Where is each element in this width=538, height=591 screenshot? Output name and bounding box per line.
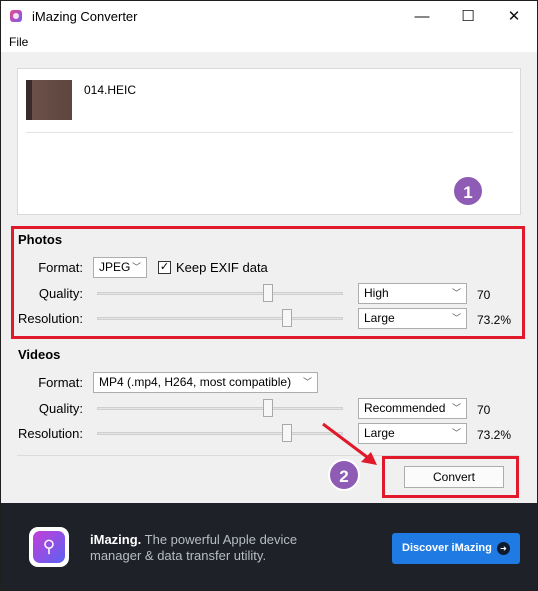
- arrow-right-icon: ➜: [497, 542, 510, 555]
- photos-quality-number: 70: [477, 288, 491, 302]
- photos-resolution-slider-thumb[interactable]: [282, 309, 292, 327]
- promo-banner: ⚲ iMazing. The powerful Apple device man…: [1, 503, 537, 590]
- converter-window: iMazing Converter — ☐ ✕ File 014.HEIC 1 …: [0, 0, 538, 591]
- file-name: 014.HEIC: [84, 83, 137, 97]
- videos-format-value: MP4 (.mp4, H264, most compatible): [99, 375, 292, 389]
- videos-resolution-slider-thumb[interactable]: [282, 424, 292, 442]
- photos-quality-slider[interactable]: [97, 292, 343, 295]
- minimize-button[interactable]: —: [399, 1, 445, 32]
- discover-imazing-button[interactable]: Discover iMazing ➜: [392, 533, 520, 564]
- photos-format-label: Format:: [38, 260, 83, 275]
- banner-text: iMazing. The powerful Apple device manag…: [90, 532, 350, 564]
- videos-quality-slider[interactable]: [97, 407, 343, 410]
- videos-resolution-percent: 73.2%: [477, 428, 512, 442]
- step-badge-1: 1: [452, 175, 484, 207]
- keep-exif-checkbox[interactable]: ✓: [158, 261, 171, 274]
- videos-format-select[interactable]: MP4 (.mp4, H264, most compatible) ﹀: [93, 372, 318, 393]
- file-list: 014.HEIC: [17, 68, 521, 215]
- window-title: iMazing Converter: [32, 9, 138, 24]
- videos-resolution-label: Resolution:: [17, 426, 83, 441]
- step-badge-2: 2: [328, 459, 360, 491]
- videos-quality-label: Quality:: [38, 401, 83, 416]
- videos-quality-number: 70: [477, 403, 491, 417]
- chevron-down-icon: ﹀: [451, 288, 461, 298]
- photos-format-select[interactable]: JPEG ﹀: [93, 257, 147, 278]
- file-thumbnail: [26, 80, 72, 120]
- photos-resolution-value: Large: [364, 311, 395, 325]
- app-logo-icon: [10, 10, 22, 22]
- photos-quality-select[interactable]: High ﹀: [358, 283, 467, 304]
- close-button[interactable]: ✕: [491, 1, 537, 32]
- title-bar: iMazing Converter — ☐ ✕: [1, 1, 537, 32]
- convert-button[interactable]: Convert: [404, 466, 504, 488]
- photos-quality-value: High: [364, 286, 389, 300]
- chevron-down-icon: ﹀: [131, 262, 141, 272]
- menu-bar: File: [1, 32, 537, 52]
- videos-quality-value: Recommended: [364, 401, 446, 415]
- photos-quality-slider-thumb[interactable]: [263, 284, 273, 302]
- banner-brand: iMazing.: [90, 532, 142, 547]
- chevron-down-icon: ﹀: [451, 403, 461, 413]
- menu-file[interactable]: File: [9, 35, 28, 49]
- maximize-button[interactable]: ☐: [445, 1, 491, 32]
- photos-format-value: JPEG: [99, 260, 131, 274]
- photos-resolution-select[interactable]: Large ﹀: [358, 308, 467, 329]
- file-list-divider: [26, 132, 513, 133]
- photos-section-title: Photos: [18, 232, 63, 247]
- chevron-down-icon: ﹀: [451, 313, 461, 323]
- chevron-down-icon: ﹀: [451, 428, 461, 438]
- chevron-down-icon: ﹀: [302, 377, 312, 387]
- videos-quality-slider-thumb[interactable]: [263, 399, 273, 417]
- discover-button-label: Discover iMazing: [402, 542, 492, 554]
- videos-quality-select[interactable]: Recommended ﹀: [358, 398, 467, 419]
- photos-resolution-label: Resolution:: [17, 311, 83, 326]
- videos-format-label: Format:: [38, 375, 83, 390]
- usb-icon: ⚲: [33, 531, 65, 563]
- videos-resolution-slider[interactable]: [97, 432, 343, 435]
- photos-quality-label: Quality:: [38, 286, 83, 301]
- keep-exif-label: Keep EXIF data: [176, 260, 268, 275]
- photos-resolution-percent: 73.2%: [477, 313, 512, 327]
- videos-section-title: Videos: [18, 347, 61, 362]
- photos-resolution-slider[interactable]: [97, 317, 343, 320]
- imazing-app-icon: ⚲: [29, 527, 69, 567]
